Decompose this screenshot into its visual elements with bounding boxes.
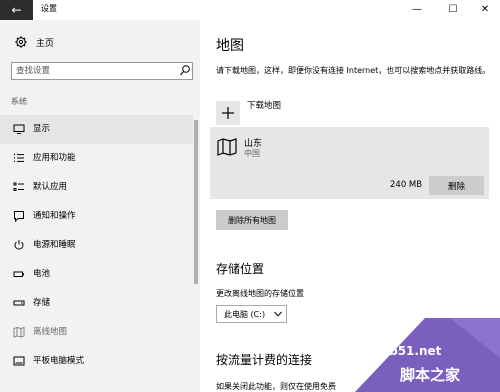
title-bar: ← 设置 — ☐ ✕ [0,0,500,20]
sidebar-item-label: 存储 [33,298,51,308]
window-title: 设置 [41,4,57,13]
delete-all-maps-button[interactable]: 删除所有地图 [216,210,288,230]
sidebar-item-label: 离线地图 [33,327,68,337]
storage-icon [13,300,25,306]
map-icon [13,326,25,338]
map-size: 240 MB [390,180,423,190]
sidebar-item-display[interactable]: 显示 [0,115,193,144]
sidebar-item-label: 电源和睡眠 [33,240,76,250]
sidebar-item-apps-features[interactable]: 应用和功能 [0,144,193,173]
metered-connection-text: 如果关闭此功能，则仅在使用免费 [216,382,336,391]
storage-location-value: 此电脑 (C:) [224,310,266,319]
settings-search[interactable] [11,62,193,80]
map-icon [217,138,237,156]
sidebar-item-label: 默认应用 [33,182,68,192]
search-input[interactable] [16,65,176,77]
gear-icon [15,36,27,48]
sidebar-item-label: 通知和操作 [33,211,76,221]
maximize-button[interactable]: ☐ [438,0,468,20]
sidebar-item-label: 电池 [33,269,51,279]
power-icon [14,240,24,250]
back-button[interactable]: ← [0,0,33,20]
map-region: 中国 [244,149,260,158]
download-maps-button[interactable]: 下载地图 [216,97,336,125]
watermark-name: 脚本之家 [400,366,461,384]
plus-button[interactable] [216,101,240,125]
sidebar-item-default-apps[interactable]: 默认应用 [0,173,193,202]
sidebar-item-storage[interactable]: 存储 [0,289,193,318]
search-icon[interactable] [179,64,191,78]
map-entry-card[interactable]: 山东 中国 240 MB 删除 [210,127,489,199]
notification-icon [14,211,24,222]
download-maps-label: 下载地图 [247,101,282,111]
home-label: 主页 [35,39,54,49]
sidebar-item-offline-maps[interactable]: 离线地图 [0,318,193,347]
apps-list-icon [14,154,24,162]
sidebar-item-label: 平板电脑模式 [33,356,85,366]
close-button[interactable]: ✕ [470,0,500,20]
tablet-icon [13,356,25,366]
minimize-icon: — [412,4,422,15]
sidebar-item-battery[interactable]: 电池 [0,260,193,289]
sidebar: 主页 系统 显示 应用和功能 [0,20,200,392]
sidebar-home[interactable]: 主页 [14,36,54,50]
sidebar-scrollbar[interactable] [194,120,198,284]
sidebar-item-notifications[interactable]: 通知和操作 [0,202,193,231]
plus-icon [222,107,234,119]
metered-connection-heading: 按流量计费的连接 [216,353,313,367]
display-icon [13,124,25,134]
watermark-site: jb51.net [385,344,442,358]
page-title: 地图 [216,38,244,54]
maximize-icon: ☐ [448,4,458,15]
storage-location-label: 更改离线地图的存储位置 [216,289,304,298]
storage-location-heading: 存储位置 [216,262,265,276]
storage-location-dropdown[interactable]: 此电脑 (C:) [216,305,287,323]
sidebar-item-power-sleep[interactable]: 电源和睡眠 [0,231,193,260]
minimize-button[interactable]: — [402,0,432,20]
chevron-down-icon [274,311,282,317]
sidebar-item-label: 应用和功能 [33,153,76,163]
page-description: 请下载地图，这样，即便你没有连接 Internet，也可以搜索地点并获取路线。 [216,66,491,75]
default-apps-icon [13,182,24,191]
battery-icon [13,271,24,277]
close-icon: ✕ [480,4,490,15]
sidebar-item-label: 显示 [33,124,51,134]
back-arrow-icon: ← [11,3,22,17]
sidebar-item-tablet-mode[interactable]: 平板电脑模式 [0,347,193,376]
delete-map-button[interactable]: 删除 [429,176,484,195]
section-label-system: 系统 [11,97,27,106]
